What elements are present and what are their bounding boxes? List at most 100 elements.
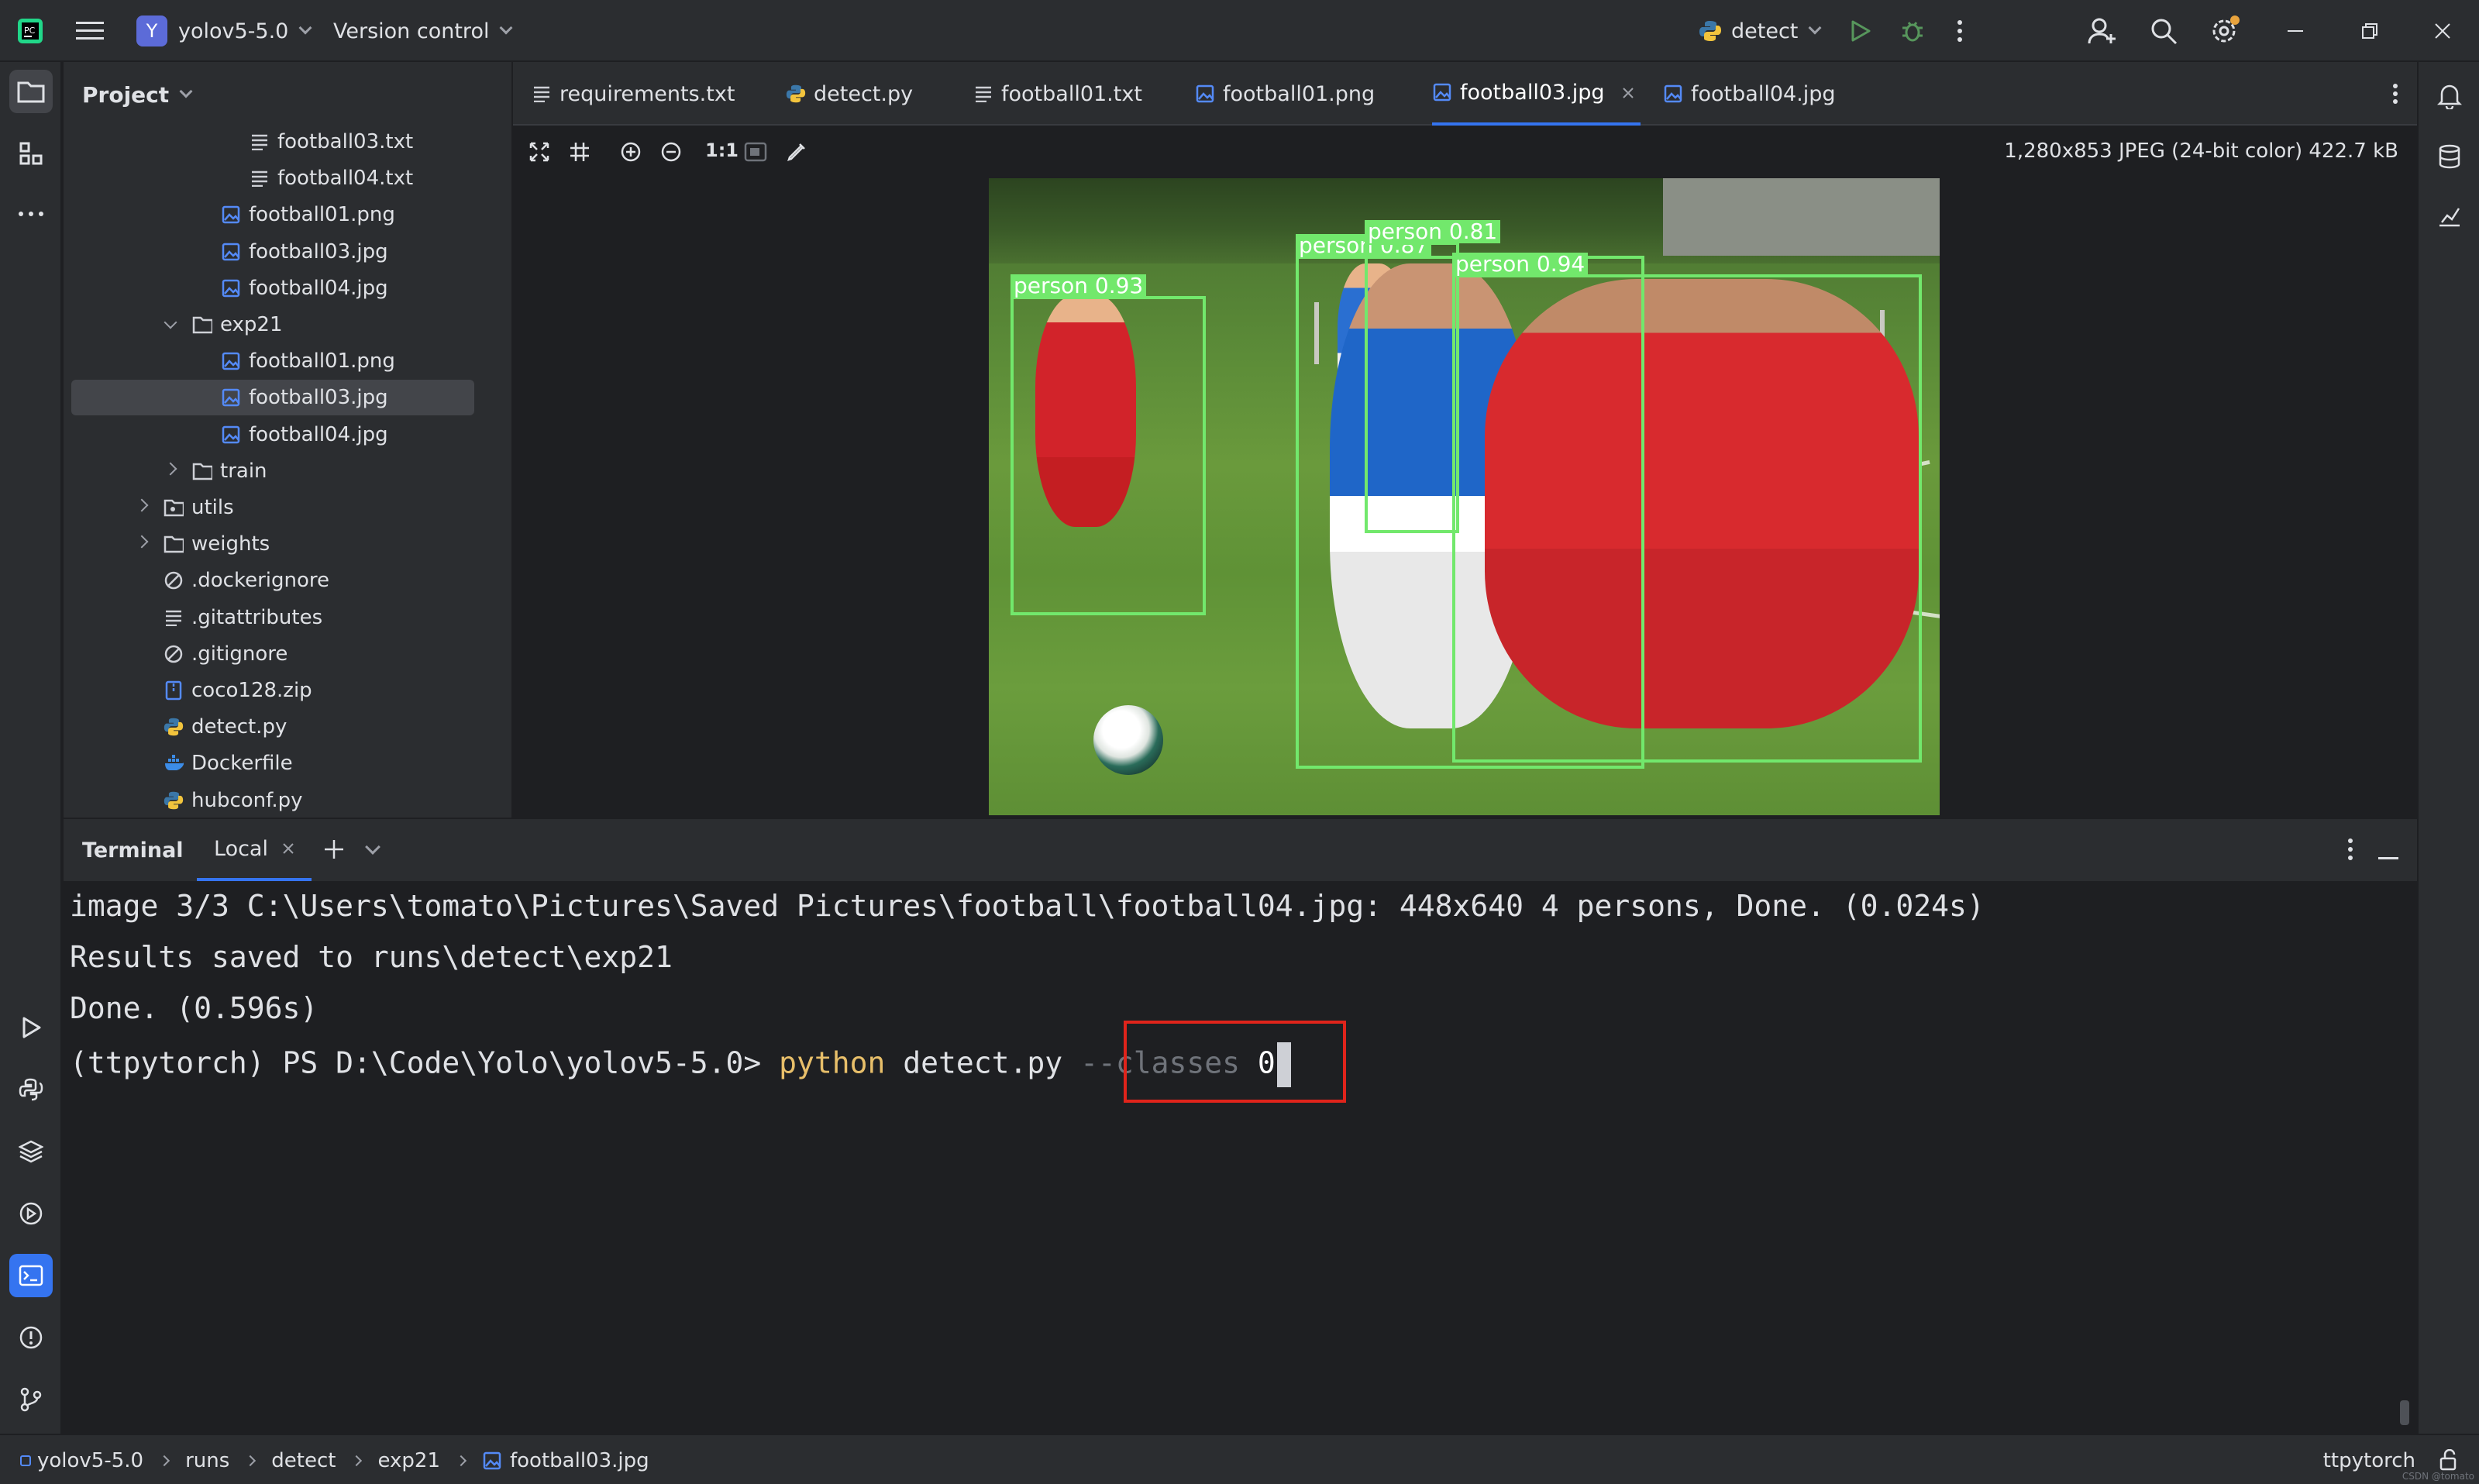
tree-item[interactable]: train bbox=[64, 453, 511, 489]
project-panel: Project football03.txt football04.txt foot… bbox=[64, 62, 511, 818]
breadcrumb-label: runs bbox=[185, 1448, 230, 1472]
tree-item[interactable]: football04.jpg bbox=[64, 270, 511, 306]
chevron-right-icon bbox=[455, 1455, 467, 1466]
hide-panel-icon[interactable] bbox=[2378, 849, 2398, 863]
tree-item[interactable]: weights bbox=[64, 526, 511, 562]
tree-item-label: football03.jpg bbox=[249, 386, 388, 410]
tree-item[interactable]: hubconf.py bbox=[64, 783, 511, 818]
vcs-menu[interactable]: Version control bbox=[333, 0, 513, 62]
settings-gear-icon[interactable] bbox=[2210, 0, 2241, 62]
tree-item[interactable]: .gitignore bbox=[64, 636, 511, 672]
editor-tabs: requirements.txt detect.py football01.txt f… bbox=[513, 62, 2417, 126]
debug-button[interactable] bbox=[1900, 0, 1925, 62]
chevron-right-icon[interactable] bbox=[135, 535, 149, 549]
image-file-icon bbox=[221, 387, 241, 408]
zoom-in-icon[interactable] bbox=[620, 141, 642, 166]
background-toggle-icon[interactable] bbox=[744, 141, 767, 166]
new-terminal-icon[interactable] bbox=[322, 838, 346, 864]
editor-tab[interactable]: football03.jpg bbox=[1432, 62, 1641, 126]
close-window-icon[interactable] bbox=[2433, 0, 2452, 62]
breadcrumb-item[interactable]: exp21 bbox=[377, 1449, 440, 1472]
breadcrumb-item[interactable]: yolov5-5.0 bbox=[20, 1449, 143, 1472]
editor-tab[interactable]: detect.py bbox=[786, 62, 913, 126]
right-tool-stripe bbox=[2417, 62, 2479, 1434]
ide-window: PC Y yolov5-5.0 Version control detect P… bbox=[0, 0, 2479, 1484]
sciview-button[interactable] bbox=[2428, 194, 2471, 237]
tree-item[interactable]: football01.png bbox=[64, 197, 511, 232]
services-icon bbox=[19, 1202, 43, 1225]
app-logo-icon[interactable]: PC bbox=[17, 0, 43, 62]
project-tool-button[interactable] bbox=[9, 70, 53, 113]
add-user-icon[interactable] bbox=[2088, 0, 2117, 62]
more-tools-button[interactable] bbox=[9, 192, 53, 236]
terminal-options-icon[interactable] bbox=[2347, 838, 2353, 864]
close-icon[interactable] bbox=[1622, 81, 1634, 105]
tree-item-label: football03.txt bbox=[277, 130, 414, 153]
tree-item[interactable]: football04.txt bbox=[64, 160, 511, 196]
tree-item[interactable]: .dockerignore bbox=[64, 563, 511, 598]
more-actions-icon[interactable] bbox=[1956, 0, 1964, 62]
tree-item[interactable]: coco128.zip bbox=[64, 673, 511, 708]
editor-tab[interactable]: football04.jpg bbox=[1663, 62, 1836, 126]
tree-item[interactable]: detect.py bbox=[64, 709, 511, 745]
tree-item[interactable]: .gitattributes bbox=[64, 600, 511, 635]
terminal-output[interactable]: image 3/3 C:\Users\tomato\Pictures\Saved… bbox=[64, 881, 2417, 1434]
run-config-selector[interactable]: detect bbox=[1699, 0, 1822, 62]
tree-item[interactable]: Dockerfile bbox=[64, 745, 511, 781]
chevron-down-icon[interactable] bbox=[164, 315, 177, 329]
editor-tab[interactable]: requirements.txt bbox=[532, 62, 735, 126]
terminal-line: Done. (0.596s) bbox=[70, 991, 318, 1025]
git-button[interactable] bbox=[9, 1378, 53, 1421]
breadcrumb-item[interactable]: football03.jpg bbox=[482, 1449, 649, 1472]
tree-item[interactable]: football04.jpg bbox=[64, 417, 511, 453]
restore-window-icon[interactable] bbox=[2360, 0, 2379, 62]
services-button[interactable] bbox=[9, 1192, 53, 1235]
database-button[interactable] bbox=[2428, 135, 2471, 178]
football-ball bbox=[1093, 705, 1163, 775]
fit-zoom-icon[interactable] bbox=[529, 141, 550, 166]
tree-item[interactable]: football03.txt bbox=[64, 124, 511, 160]
editor-tab[interactable]: football01.png bbox=[1195, 62, 1375, 126]
tree-item[interactable]: football03.jpg bbox=[71, 380, 474, 416]
breadcrumb-item[interactable]: runs bbox=[185, 1449, 229, 1472]
project-switcher[interactable]: Y yolov5-5.0 bbox=[136, 0, 312, 62]
chevron-right-icon[interactable] bbox=[164, 462, 177, 476]
image-info: 1,280x853 JPEG (24-bit color) 422.7 kB bbox=[2004, 139, 2398, 163]
run-button[interactable] bbox=[1847, 0, 1872, 62]
ignore-file-icon bbox=[164, 644, 184, 664]
search-icon[interactable] bbox=[2150, 0, 2178, 62]
chevron-right-icon[interactable] bbox=[135, 498, 149, 512]
breadcrumb-item[interactable]: detect bbox=[271, 1449, 336, 1472]
terminal-tab-local[interactable]: Local bbox=[197, 819, 312, 881]
left-tool-stripe bbox=[0, 62, 62, 1434]
actual-size-button[interactable]: 1:1 bbox=[705, 139, 739, 161]
tree-item[interactable]: football01.png bbox=[64, 343, 511, 379]
tree-item[interactable]: football03.jpg bbox=[64, 234, 511, 270]
editor-tab[interactable]: football01.txt bbox=[973, 62, 1142, 126]
main-menu-icon[interactable] bbox=[76, 0, 104, 62]
problems-button[interactable] bbox=[9, 1316, 53, 1359]
close-icon[interactable] bbox=[282, 842, 294, 855]
folder-icon bbox=[164, 534, 184, 554]
run-tool-button[interactable] bbox=[9, 1006, 53, 1049]
database-icon bbox=[2439, 144, 2460, 169]
structure-tool-button[interactable] bbox=[9, 132, 53, 175]
minimize-window-icon[interactable] bbox=[2286, 0, 2305, 62]
notifications-button[interactable] bbox=[2428, 74, 2471, 118]
breadcrumb: yolov5-5.0 runs detect exp21 football03.jpg bbox=[20, 1435, 649, 1484]
python-console-button[interactable] bbox=[9, 1068, 53, 1111]
tree-item-label: football04.txt bbox=[277, 167, 414, 191]
image-viewer[interactable]: person 0.93 person 0.87 person 0.81 pers… bbox=[513, 178, 2417, 818]
tabs-more-icon[interactable] bbox=[2392, 62, 2398, 126]
zoom-out-icon[interactable] bbox=[660, 141, 682, 166]
python-packages-button[interactable] bbox=[9, 1130, 53, 1173]
terminal-scrollbar[interactable] bbox=[2400, 1400, 2409, 1425]
project-panel-header[interactable]: Project bbox=[82, 62, 193, 127]
grid-icon[interactable] bbox=[569, 141, 590, 166]
tree-item[interactable]: exp21 bbox=[64, 307, 511, 343]
terminal-tool-button[interactable] bbox=[9, 1254, 53, 1297]
vcs-label: Version control bbox=[333, 19, 490, 43]
tree-item[interactable]: utils bbox=[64, 490, 511, 525]
chevron-down-icon[interactable] bbox=[365, 839, 380, 856]
color-picker-icon[interactable] bbox=[786, 141, 807, 166]
